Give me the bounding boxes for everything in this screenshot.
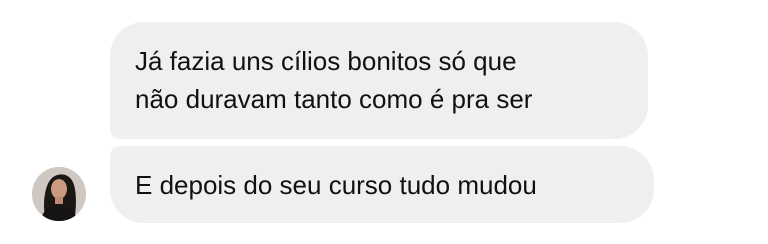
message-bubble[interactable]: Já fazia uns cílios bonitos só que não d… xyxy=(110,22,648,139)
message-text-line: Já fazia uns cílios bonitos só que xyxy=(135,46,517,76)
message-bubble[interactable]: E depois do seu curso tudo mudou xyxy=(110,146,654,223)
message-text-line: não duravam tanto como é pra ser xyxy=(135,84,533,114)
chat-thread: Já fazia uns cílios bonitos só que não d… xyxy=(0,0,768,244)
message-text-line: E depois do seu curso tudo mudou xyxy=(135,170,537,200)
avatar[interactable] xyxy=(32,167,86,221)
profile-photo-icon xyxy=(32,167,86,221)
